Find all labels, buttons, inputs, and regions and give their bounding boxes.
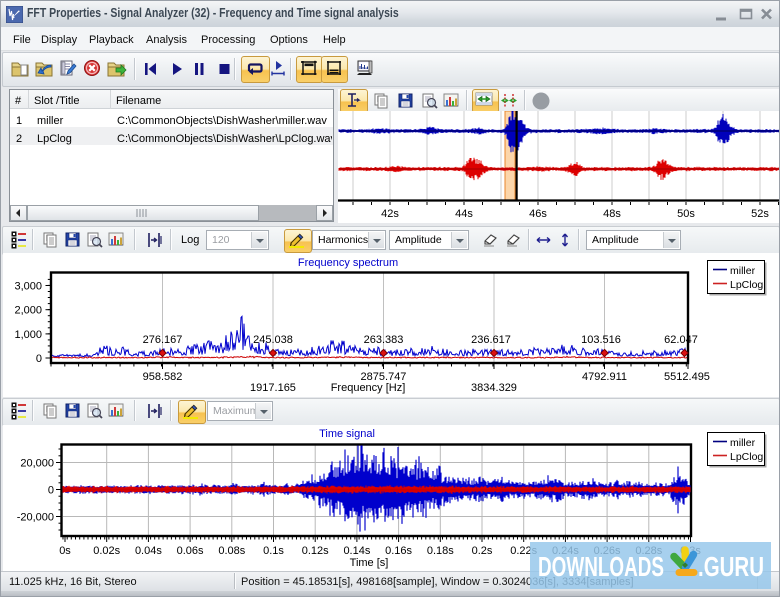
svg-text:62.047: 62.047 [664,334,698,346]
svg-text:263.383: 263.383 [364,334,404,346]
svg-text:276.167: 276.167 [143,334,183,346]
svg-text:Time [s]: Time [s] [350,557,389,569]
svg-text:0: 0 [48,485,54,497]
svg-text:Frequency [Hz]: Frequency [Hz] [331,382,406,394]
svg-text:0.02s: 0.02s [93,545,120,557]
svg-text:0.1s: 0.1s [263,545,284,557]
svg-text:52s: 52s [751,208,769,220]
svg-text:42s: 42s [381,208,399,220]
svg-text:0.18s: 0.18s [427,545,454,557]
svg-text:DOWNLOADS: DOWNLOADS [538,551,664,582]
svg-text:0: 0 [36,353,42,365]
svg-text:0.08s: 0.08s [218,545,245,557]
svg-text:2,000: 2,000 [14,305,42,317]
svg-text:3,000: 3,000 [14,281,42,293]
svg-text:0.2s: 0.2s [472,545,493,557]
svg-text:miller: miller [730,265,756,277]
svg-text:236.617: 236.617 [471,334,511,346]
svg-text:1917.165: 1917.165 [250,382,296,394]
svg-text:103.516: 103.516 [581,334,621,346]
svg-text:LpClog: LpClog [730,279,763,291]
svg-text:0.12s: 0.12s [302,545,329,557]
svg-text:0.16s: 0.16s [385,545,412,557]
svg-text:245.038: 245.038 [253,334,293,346]
svg-text:.GURU: .GURU [698,551,764,582]
svg-text:958.582: 958.582 [143,371,183,383]
svg-text:48s: 48s [603,208,621,220]
svg-text:3834.329: 3834.329 [471,382,517,394]
svg-text:4792.911: 4792.911 [582,371,627,383]
svg-text:44s: 44s [455,208,473,220]
svg-text:20,000: 20,000 [20,458,54,470]
svg-text:-20,000: -20,000 [17,512,54,524]
svg-text:Time signal: Time signal [319,428,375,440]
svg-text:miller: miller [730,437,756,449]
svg-text:0.04s: 0.04s [135,545,162,557]
svg-text:1,000: 1,000 [14,329,42,341]
svg-text:5512.495: 5512.495 [664,371,710,383]
svg-text:0.06s: 0.06s [177,545,204,557]
svg-text:46s: 46s [529,208,547,220]
svg-text:Frequency spectrum: Frequency spectrum [298,257,398,269]
svg-text:LpClog: LpClog [730,451,763,463]
svg-text:0s: 0s [59,545,71,557]
svg-text:50s: 50s [677,208,695,220]
svg-text:0.14s: 0.14s [343,545,370,557]
